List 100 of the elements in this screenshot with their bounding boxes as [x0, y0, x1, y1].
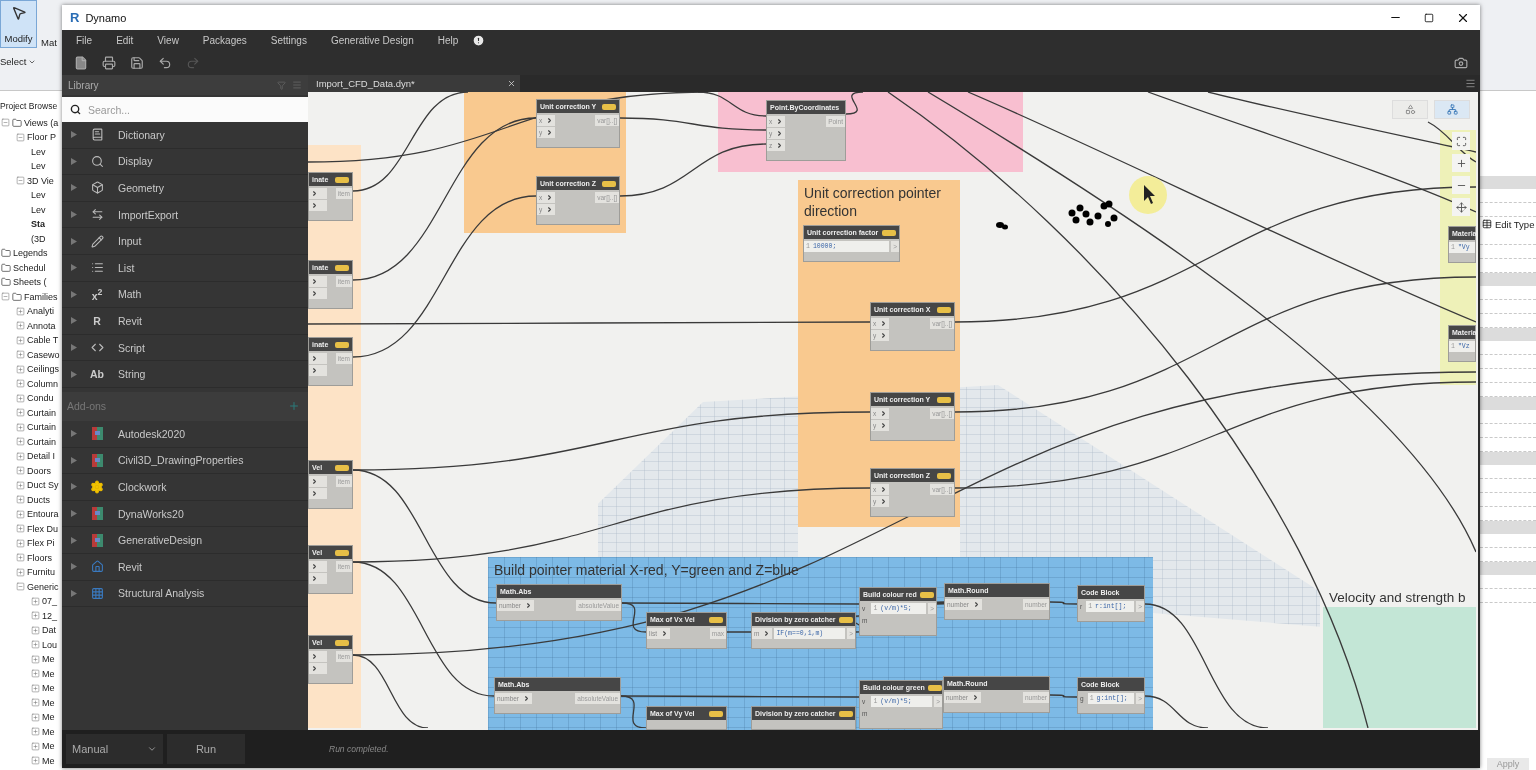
menu-item[interactable]: Packages — [192, 34, 261, 46]
menu-item[interactable]: File — [66, 34, 107, 46]
expand-icon[interactable] — [31, 756, 40, 766]
collapse-icon[interactable] — [16, 176, 25, 186]
tree-item[interactable]: Flex Du — [27, 523, 58, 534]
tree-item[interactable]: Curtain — [27, 407, 56, 418]
menu-item[interactable]: Help — [427, 34, 473, 46]
library-category[interactable]: Dictionary — [62, 122, 308, 149]
expand-icon[interactable] — [16, 422, 25, 432]
expand-icon[interactable] — [16, 437, 25, 447]
tree-item[interactable]: Views (a — [24, 117, 59, 128]
menu-icon[interactable] — [1465, 78, 1476, 89]
tree-item[interactable]: Curtain — [27, 422, 56, 433]
expand-icon[interactable] — [31, 625, 40, 635]
screenshot-button[interactable] — [1454, 55, 1468, 70]
search-field[interactable]: Search... — [62, 97, 308, 122]
close-icon[interactable] — [507, 79, 516, 88]
tree-item[interactable]: Me — [42, 755, 55, 766]
expand-icon[interactable] — [31, 640, 40, 650]
tree-item[interactable]: Analyti — [27, 306, 54, 317]
tree-item[interactable]: Dat — [42, 625, 56, 636]
expand-icon[interactable] — [16, 393, 25, 403]
tree-item[interactable]: 3D Vie — [27, 175, 54, 186]
expand-icon[interactable] — [31, 654, 40, 664]
expand-icon[interactable] — [16, 495, 25, 505]
fit-view-button[interactable] — [1452, 132, 1470, 150]
tree-item[interactable]: Detail I — [27, 451, 55, 462]
tree-item[interactable]: Families — [24, 291, 58, 302]
expand-icon[interactable] — [16, 509, 25, 519]
graph-canvas[interactable] — [308, 92, 1478, 730]
tree-item[interactable]: Cable T — [27, 335, 59, 346]
expand-icon[interactable] — [16, 364, 25, 374]
library-category[interactable]: Clockwork — [62, 474, 308, 501]
expand-icon[interactable] — [16, 553, 25, 563]
run-button[interactable]: Run — [167, 734, 245, 764]
tree-item[interactable]: Me — [42, 697, 55, 708]
tree-item[interactable]: Duct Sy — [27, 480, 59, 491]
input-port[interactable] — [309, 651, 327, 662]
library-category[interactable]: DynaWorks20 — [62, 500, 308, 528]
library-category[interactable]: Autodesk2020 — [62, 420, 308, 448]
tree-item[interactable]: Me — [42, 741, 55, 752]
expand-icon[interactable] — [31, 741, 40, 751]
menu-item[interactable]: Edit — [106, 34, 148, 46]
library-category[interactable]: Geometry — [62, 175, 308, 202]
add-icon[interactable] — [288, 400, 300, 413]
menu-item[interactable]: View — [147, 34, 193, 46]
tree-item[interactable]: Me — [42, 712, 55, 723]
library-category[interactable]: x$^{2}$ Math — [62, 281, 308, 309]
tree-item[interactable]: (3D — [31, 233, 46, 244]
tree-item[interactable]: Curtain — [27, 436, 56, 447]
tree-item[interactable]: Me — [42, 726, 55, 737]
open-button[interactable] — [102, 55, 116, 70]
expand-icon[interactable] — [16, 379, 25, 389]
library-category[interactable]: Ab String — [62, 361, 308, 388]
input-port[interactable] — [309, 288, 327, 299]
expand-icon[interactable] — [16, 321, 25, 331]
tree-item[interactable]: Annota — [27, 320, 56, 331]
expand-icon[interactable] — [16, 524, 25, 534]
alert-icon[interactable] — [472, 33, 486, 47]
input-port[interactable] — [309, 365, 327, 376]
undo-button[interactable] — [158, 55, 172, 70]
expand-icon[interactable] — [31, 698, 40, 708]
input-port[interactable] — [309, 561, 327, 572]
new-file-button[interactable] — [74, 55, 88, 70]
expand-icon[interactable] — [16, 567, 25, 577]
input-port[interactable] — [309, 488, 327, 499]
tree-item[interactable]: Furnitu — [27, 567, 55, 578]
tree-item[interactable]: Column — [27, 378, 58, 389]
input-port[interactable] — [309, 188, 327, 199]
tree-item[interactable]: Schedul — [13, 262, 46, 273]
library-category[interactable]: Structural Analysis — [62, 580, 308, 608]
pan-button[interactable] — [1452, 198, 1470, 216]
tree-item[interactable]: 07_ — [42, 596, 58, 607]
redo-button[interactable] — [186, 55, 200, 70]
library-category[interactable]: Civil3D_DrawingProperties — [62, 447, 308, 475]
input-port[interactable] — [309, 276, 327, 287]
edit-type-button[interactable]: Edit Type — [1482, 217, 1536, 231]
input-port[interactable] — [309, 200, 327, 211]
expand-icon[interactable] — [16, 335, 25, 345]
input-port[interactable] — [309, 476, 327, 487]
expand-icon[interactable] — [31, 683, 40, 693]
tree-item[interactable]: Floor P — [27, 132, 56, 143]
geometry-view-button[interactable] — [1392, 100, 1428, 119]
tree-item[interactable]: Sta — [31, 219, 45, 230]
file-tab[interactable]: Import_CFD_Data.dyn* — [308, 75, 520, 92]
tree-item[interactable]: Me — [42, 683, 55, 694]
save-button[interactable] — [130, 55, 144, 70]
select-dropdown[interactable]: Select — [0, 56, 62, 67]
expand-icon[interactable] — [16, 480, 25, 490]
expand-icon[interactable] — [31, 611, 40, 621]
expand-icon[interactable] — [31, 669, 40, 679]
tree-item[interactable]: Me — [42, 668, 55, 679]
expand-icon[interactable] — [31, 712, 40, 722]
library-category[interactable]: Script — [62, 334, 308, 362]
library-category[interactable]: Display — [62, 148, 308, 176]
input-port[interactable] — [309, 573, 327, 584]
library-category[interactable]: Input — [62, 228, 308, 255]
expand-icon[interactable] — [31, 596, 40, 606]
tree-item[interactable]: Lev — [31, 161, 46, 172]
tree-item[interactable]: Ducts — [27, 494, 50, 505]
